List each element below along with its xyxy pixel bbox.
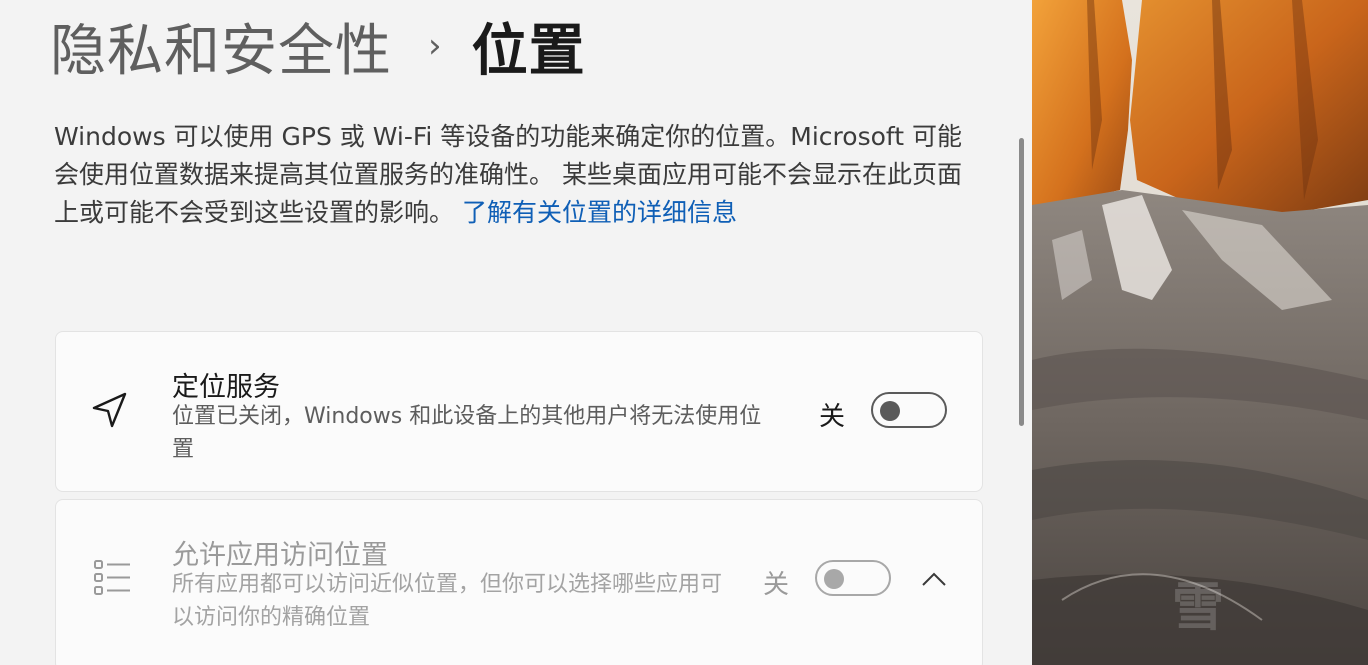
wallpaper-watermark: 雪 bbox=[1172, 578, 1229, 638]
collapse-chevron-up-icon[interactable] bbox=[914, 560, 954, 600]
breadcrumb-parent-privacy-security[interactable]: 隐私和安全性 bbox=[50, 6, 392, 87]
breadcrumb-separator-chevron-icon: › bbox=[428, 26, 442, 66]
location-services-title: 定位服务 bbox=[172, 372, 280, 403]
location-arrow-icon bbox=[90, 390, 130, 430]
breadcrumb: 隐私和安全性 › 位置 bbox=[50, 10, 586, 84]
toggle-knob bbox=[824, 569, 844, 589]
page-title: 位置 bbox=[471, 18, 586, 84]
app-access-subtitle: 所有应用都可以访问近似位置，但你可以选择哪些应用可以访问你的精确位置 bbox=[172, 572, 723, 630]
app-access-toggle[interactable] bbox=[815, 560, 891, 596]
desktop-wallpaper: 雪 bbox=[1032, 0, 1368, 665]
location-services-card: 定位服务 位置已关闭，Windows 和此设备上的其他用户将无法使用位置 关 bbox=[55, 331, 983, 492]
app-location-access-card: 允许应用访问位置 所有应用都可以访问近似位置，但你可以选择哪些应用可以访问你的精… bbox=[55, 499, 983, 665]
location-services-toggle[interactable] bbox=[871, 392, 947, 428]
vertical-scrollbar[interactable] bbox=[1019, 138, 1024, 426]
learn-more-location-link[interactable]: 了解有关位置的详细信息 bbox=[462, 198, 737, 227]
location-services-subtitle: 位置已关闭，Windows 和此设备上的其他用户将无法使用位置 bbox=[172, 404, 762, 462]
app-access-title: 允许应用访问位置 bbox=[172, 540, 388, 571]
list-icon bbox=[92, 558, 132, 598]
app-access-state-label: 关 bbox=[763, 570, 790, 600]
location-services-state-label: 关 bbox=[819, 402, 846, 432]
toggle-knob bbox=[880, 401, 900, 421]
settings-pane: 隐私和安全性 › 位置 Windows 可以使用 GPS 或 Wi-Fi 等设备… bbox=[0, 0, 1032, 665]
page-description: Windows 可以使用 GPS 或 Wi-Fi 等设备的功能来确定你的位置。M… bbox=[54, 118, 984, 232]
